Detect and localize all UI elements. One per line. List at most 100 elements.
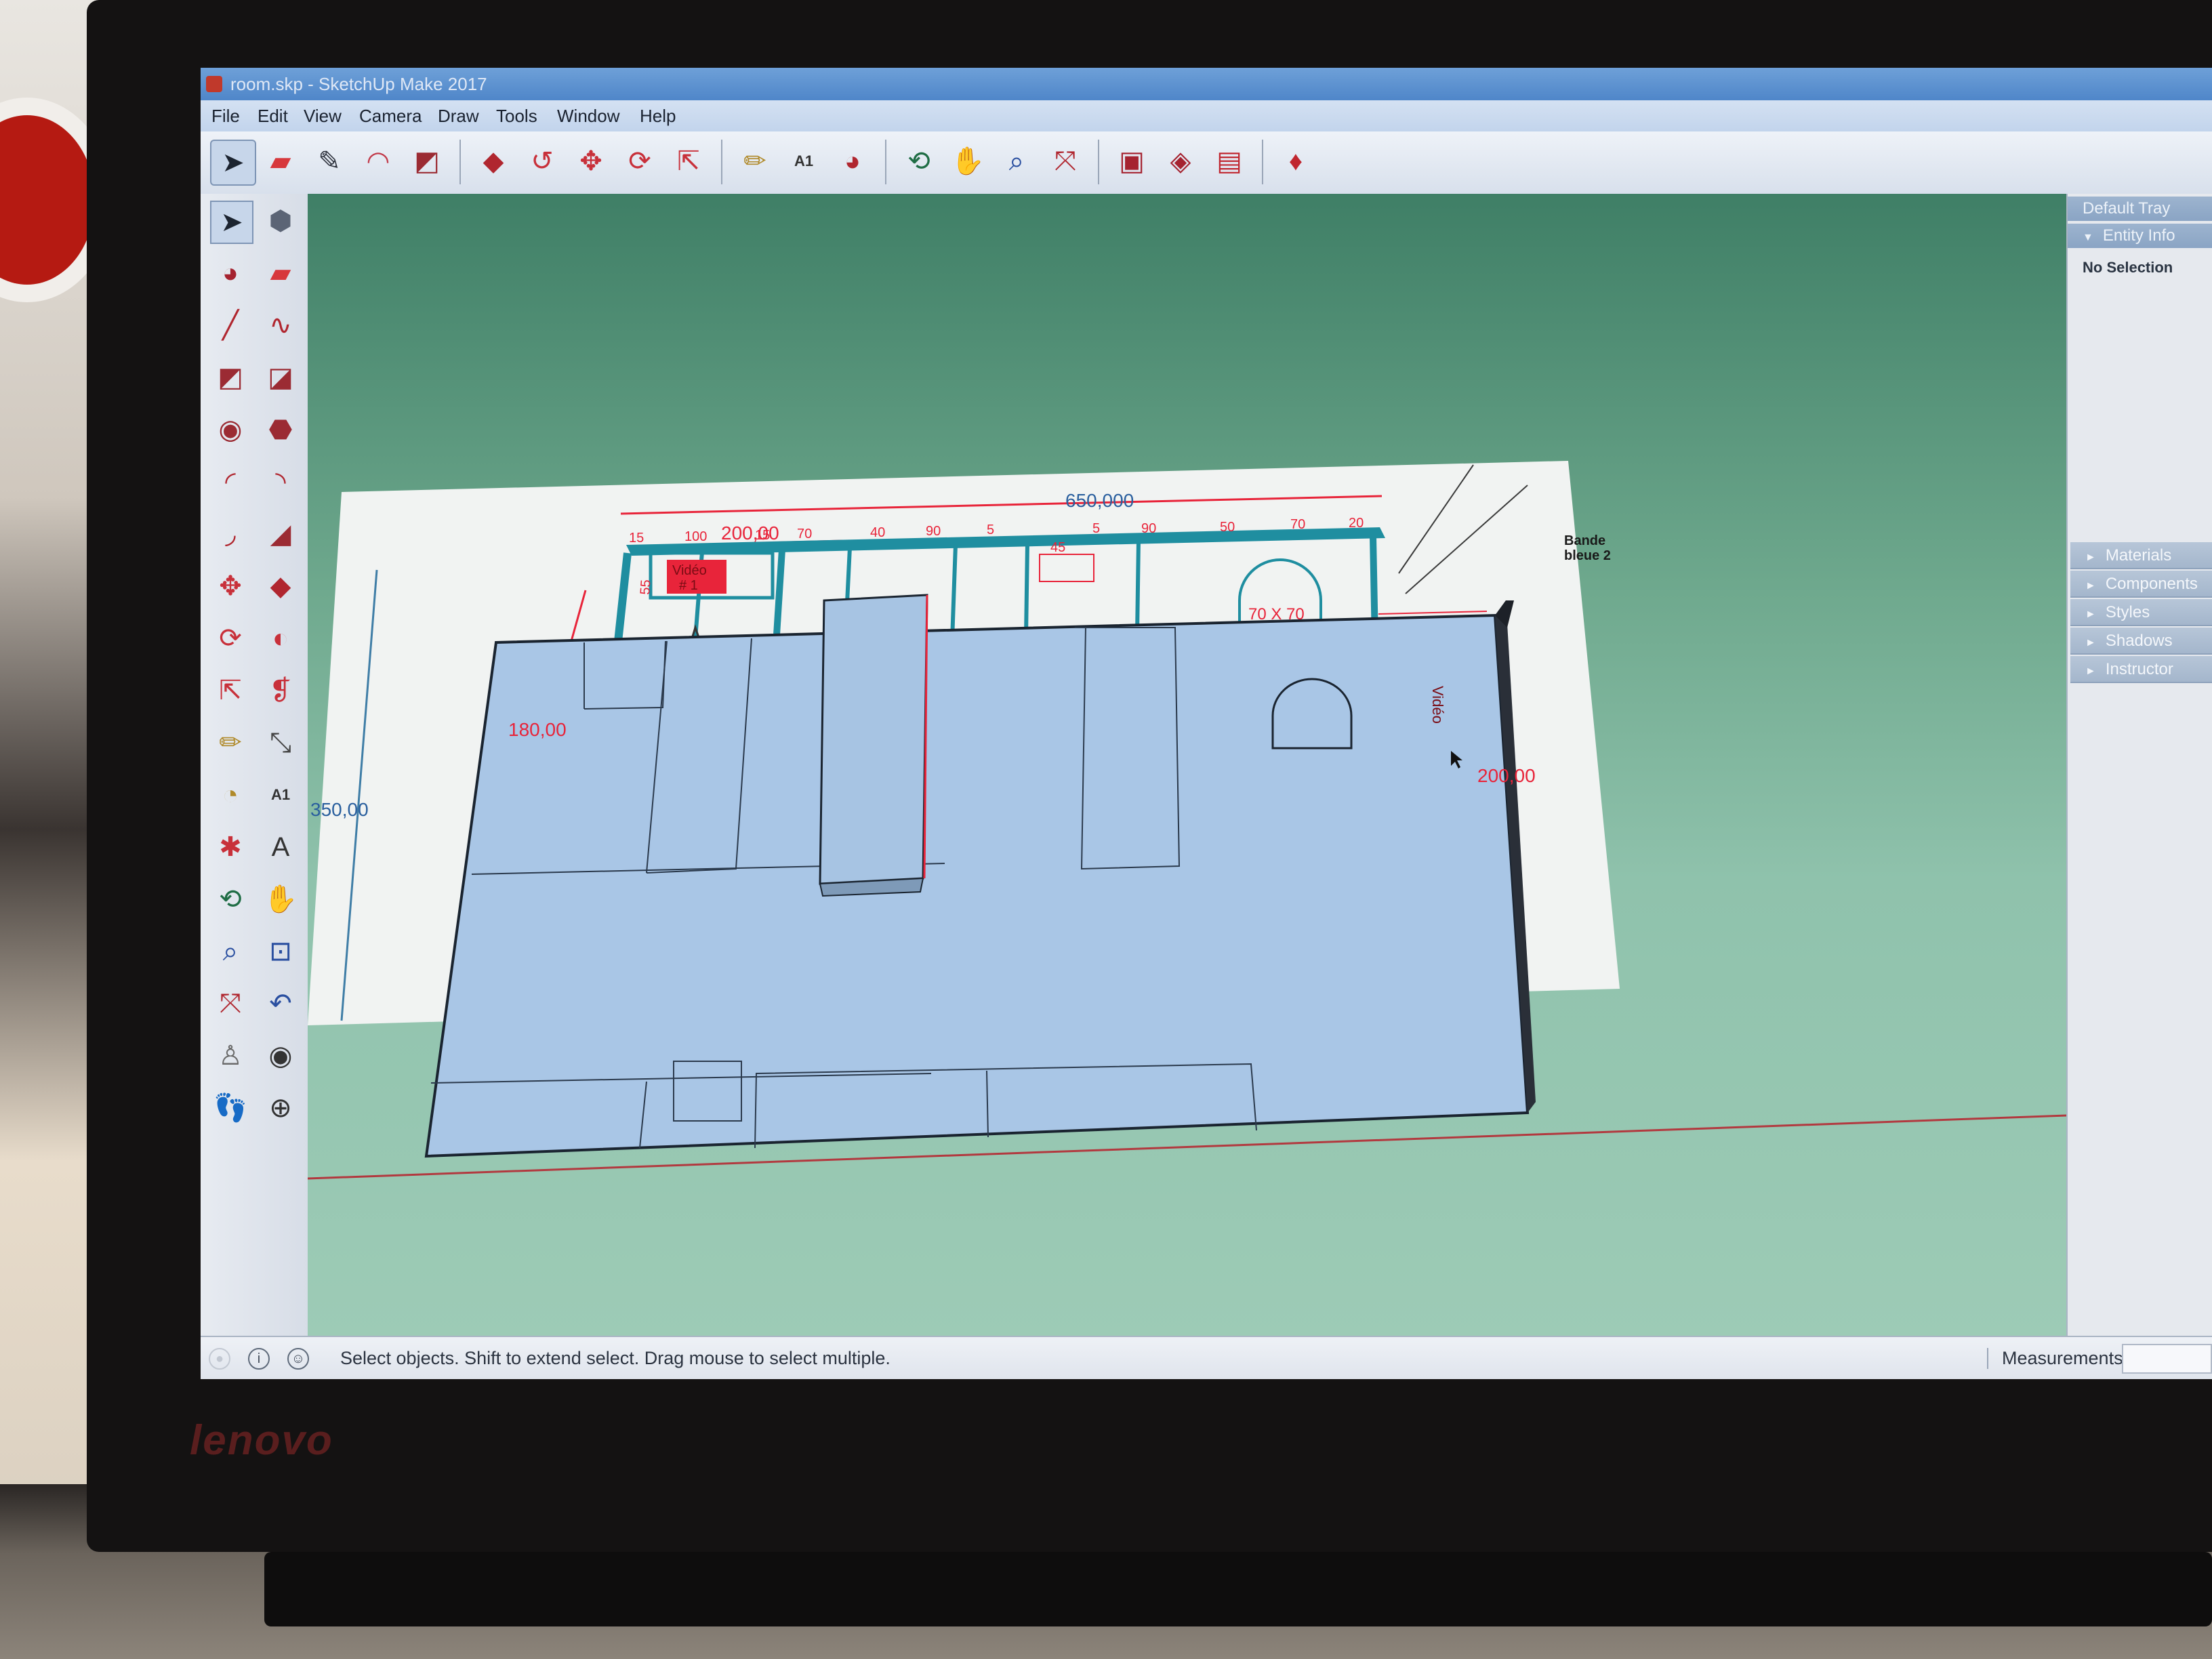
panel-materials[interactable]: ► Materials (2070, 542, 2212, 569)
menu-camera[interactable]: Camera (359, 106, 422, 127)
main-toolbar: ➤ ▰ ✎ ◠ ◩ ◆ ↺ ✥ ⟳ ⇱ ✏ A1 ◕ ⟲ ✋ ⌕ ⤧ ▣ ◈ ▤ ♦ (201, 131, 2212, 195)
video1-label-line1: Vidéo (672, 563, 707, 578)
offset-icon[interactable]: ❡ (260, 670, 301, 711)
extension-warehouse-tool-button[interactable]: ◈ (1159, 140, 1202, 183)
menu-draw[interactable]: Draw (438, 106, 479, 127)
toolbar-separator (1098, 140, 1099, 184)
measurements-label: Measurements (1987, 1348, 2123, 1369)
large-tool-set: ➤ ⬢ ◕ ▰ ╱ ∿ ◩ ◪ ◉ ⬣ ◜ ◝ ◞ ◢ ✥ ◆ ⟳ ◐ ⇱ ❡ ✏ ⤡ ◔ A1 ✱ A ⟲ ✋ ⌕ ⊡ ⤧ ↶ ♙ ◉ 👣 ⊕ (201, 194, 309, 1336)
layout-send-tool-button[interactable]: ▤ (1208, 140, 1251, 183)
zoom-extents-tool-button[interactable]: ⤧ (1044, 140, 1087, 183)
menu-window[interactable]: Window (557, 106, 619, 127)
pie-icon[interactable]: ◢ (260, 514, 301, 554)
eraser-tool-button[interactable]: ▰ (259, 140, 302, 183)
follow-me-icon[interactable]: ◐ (260, 618, 301, 659)
rectangle-icon[interactable]: ◩ (210, 357, 251, 398)
dim-label-small: 15 (629, 531, 644, 546)
label-70x70: 70 X 70 (1248, 605, 1305, 623)
circle-icon[interactable]: ◉ (210, 409, 251, 450)
previous-view-icon[interactable]: ↶ (260, 983, 301, 1024)
text-icon[interactable]: A1 (260, 775, 301, 815)
ruby-console-tool-button[interactable]: ♦ (1274, 140, 1317, 183)
rotate-icon[interactable]: ⟳ (210, 618, 251, 659)
menu-view[interactable]: View (304, 106, 342, 127)
entity-info-label: Entity Info (2102, 226, 2175, 245)
orbit-icon[interactable]: ⟲ (210, 879, 251, 920)
geolocation-icon[interactable]: ● (209, 1348, 230, 1370)
axes-icon[interactable]: ✱ (210, 827, 251, 867)
sketchup-app-icon (206, 76, 222, 92)
panel-styles[interactable]: ► Styles (2070, 599, 2212, 626)
panel-components[interactable]: ► Components (2070, 571, 2212, 598)
push-pull-icon[interactable]: ◆ (260, 566, 301, 607)
scale-icon[interactable]: ⇱ (210, 670, 251, 711)
dimension-icon[interactable]: ⤡ (260, 722, 301, 763)
tape-measure-tool-button[interactable]: ✏ (733, 140, 777, 183)
zoom-icon[interactable]: ⌕ (210, 931, 251, 972)
pan-tool-button[interactable]: ✋ (946, 140, 989, 183)
laptop-hinge (264, 1552, 2212, 1626)
push-pull-tool-button[interactable]: ◆ (472, 140, 515, 183)
toolbar-separator (721, 140, 722, 184)
pan-icon[interactable]: ✋ (260, 879, 301, 920)
move-icon[interactable]: ✥ (210, 566, 251, 607)
tray-title[interactable]: Default Tray (2068, 197, 2212, 221)
select-tool-button[interactable]: ➤ (210, 140, 256, 186)
freehand-icon[interactable]: ∿ (260, 305, 301, 346)
line-icon[interactable]: ╱ (210, 305, 251, 346)
tape-measure-icon[interactable]: ✏ (210, 722, 251, 763)
menu-tools[interactable]: Tools (496, 106, 537, 127)
dim-label-small: 70 (797, 527, 812, 541)
zoom-tool-button[interactable]: ⌕ (995, 140, 1038, 183)
default-tray: Default Tray ▼ Entity Info No Selection ►… (2066, 194, 2212, 1336)
panel-shadows[interactable]: ► Shadows (2070, 628, 2212, 655)
section-plane-icon[interactable]: ⊕ (260, 1088, 301, 1128)
move-tool-button[interactable]: ✥ (569, 140, 613, 183)
menu-file[interactable]: File (211, 106, 240, 127)
panel-label: Styles (2105, 603, 2150, 621)
position-camera-icon[interactable]: ♙ (210, 1036, 251, 1076)
rectangle-tool-button[interactable]: ◩ (405, 140, 449, 183)
component-tool-icon[interactable]: ⬢ (260, 201, 301, 241)
menu-help[interactable]: Help (640, 106, 676, 127)
menu-bar: File Edit View Camera Draw Tools Window … (201, 100, 2212, 131)
follow-me-tool-button[interactable]: ↺ (520, 140, 564, 183)
warehouse-tool-button[interactable]: ▣ (1110, 140, 1153, 183)
polygon-icon[interactable]: ⬣ (260, 409, 301, 450)
paint-bucket-tool-button[interactable]: ◕ (831, 140, 874, 183)
paint-bucket-icon[interactable]: ◕ (210, 253, 251, 293)
zoom-extents-icon[interactable]: ⤧ (210, 983, 251, 1024)
select-tool-icon[interactable]: ➤ (210, 201, 253, 244)
menu-edit[interactable]: Edit (258, 106, 288, 127)
3d-text-icon[interactable]: A (260, 827, 301, 867)
raised-block (819, 594, 928, 885)
eraser-icon[interactable]: ▰ (260, 253, 301, 293)
dim-label-small: 90 (926, 524, 941, 539)
dim-label-650: 650,000 (1065, 490, 1134, 511)
walk-icon[interactable]: 👣 (210, 1088, 251, 1128)
arc-icon[interactable]: ◜ (210, 462, 251, 502)
look-around-icon[interactable]: ◉ (260, 1036, 301, 1076)
protractor-icon[interactable]: ◔ (210, 775, 251, 815)
expand-arrow-icon: ► (2085, 552, 2096, 563)
rotated-rectangle-icon[interactable]: ◪ (260, 357, 301, 398)
toolbar-separator (1262, 140, 1263, 184)
dim-label-180: 180,00 (508, 719, 567, 740)
scale-tool-button[interactable]: ⇱ (667, 140, 710, 183)
expand-arrow-icon: ► (2085, 637, 2096, 649)
user-icon[interactable]: ☺ (287, 1348, 309, 1370)
drawing-viewport[interactable]: 15 100 15 70 40 90 5 45 5 90 50 70 20 65… (308, 194, 2066, 1336)
app-window: room.skp - SketchUp Make 2017 File Edit … (201, 68, 2212, 1379)
text-tool-button[interactable]: A1 (782, 140, 825, 183)
measurements-input[interactable] (2122, 1344, 2212, 1374)
zoom-window-icon[interactable]: ⊡ (260, 931, 301, 972)
line-tool-button[interactable]: ✎ (308, 140, 351, 183)
panel-instructor[interactable]: ► Instructor (2070, 656, 2212, 683)
entity-info-header[interactable]: ▼ Entity Info (2068, 224, 2212, 248)
two-point-arc-icon[interactable]: ◝ (260, 462, 301, 502)
rotate-tool-button[interactable]: ⟳ (618, 140, 661, 183)
arc-tool-button[interactable]: ◠ (356, 140, 400, 183)
three-point-arc-icon[interactable]: ◞ (210, 514, 251, 554)
orbit-tool-button[interactable]: ⟲ (897, 140, 941, 183)
info-icon[interactable]: i (248, 1348, 270, 1370)
